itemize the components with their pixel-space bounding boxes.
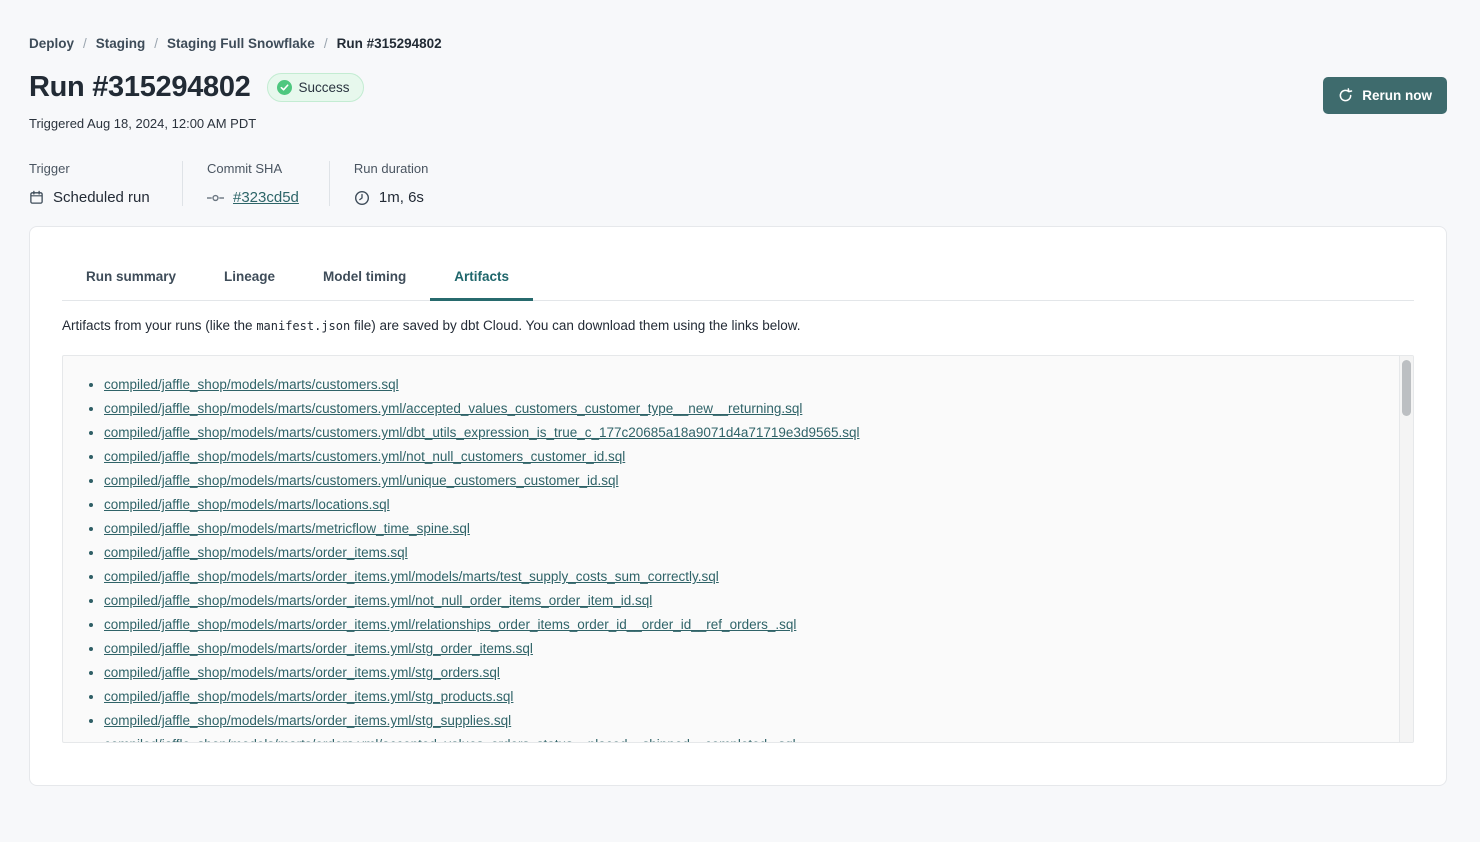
commit-sha-label: Commit SHA <box>207 161 299 176</box>
artifact-list-item: compiled/jaffle_shop/models/marts/order_… <box>104 541 1383 565</box>
calendar-icon <box>29 190 44 205</box>
meta-commit: Commit SHA #323cd5d <box>182 161 329 206</box>
artifacts-description: Artifacts from your runs (like the manif… <box>62 318 1414 333</box>
trigger-label: Trigger <box>29 161 152 176</box>
run-duration-value: 1m, 6s <box>379 189 424 206</box>
artifact-list-item: compiled/jaffle_shop/models/marts/order_… <box>104 685 1383 709</box>
artifact-link[interactable]: compiled/jaffle_shop/models/marts/custom… <box>104 425 860 440</box>
artifact-list-container: compiled/jaffle_shop/models/marts/custom… <box>62 355 1414 743</box>
artifact-list-item: compiled/jaffle_shop/models/marts/order_… <box>104 637 1383 661</box>
artifact-link[interactable]: compiled/jaffle_shop/models/marts/order_… <box>104 713 511 728</box>
artifact-link[interactable]: compiled/jaffle_shop/models/marts/custom… <box>104 473 618 488</box>
breadcrumb: Deploy / Staging / Staging Full Snowflak… <box>29 36 1447 51</box>
clock-icon <box>354 190 370 206</box>
meta-duration: Run duration 1m, 6s <box>329 161 458 206</box>
artifact-list-item: compiled/jaffle_shop/models/marts/custom… <box>104 445 1383 469</box>
artifact-list-item: compiled/jaffle_shop/models/marts/metric… <box>104 517 1383 541</box>
artifact-list-scrollbar[interactable] <box>1399 356 1413 742</box>
artifact-list-item: compiled/jaffle_shop/models/marts/custom… <box>104 421 1383 445</box>
artifact-link[interactable]: compiled/jaffle_shop/models/marts/orders… <box>104 737 796 743</box>
success-check-icon <box>277 80 292 95</box>
rerun-now-button[interactable]: Rerun now <box>1323 77 1447 114</box>
tab-model-timing[interactable]: Model timing <box>299 269 430 301</box>
scrollbar-thumb[interactable] <box>1402 360 1411 416</box>
artifact-link[interactable]: compiled/jaffle_shop/models/marts/order_… <box>104 689 513 704</box>
status-badge: Success <box>267 73 364 102</box>
artifact-link[interactable]: compiled/jaffle_shop/models/marts/custom… <box>104 401 802 416</box>
commit-icon <box>207 193 224 203</box>
tab-artifacts[interactable]: Artifacts <box>430 269 533 301</box>
trigger-value: Scheduled run <box>53 189 150 206</box>
artifact-link[interactable]: compiled/jaffle_shop/models/marts/order_… <box>104 665 500 680</box>
tab-lineage[interactable]: Lineage <box>200 269 299 301</box>
artifact-link[interactable]: compiled/jaffle_shop/models/marts/locati… <box>104 497 390 512</box>
run-detail-page: Deploy / Staging / Staging Full Snowflak… <box>0 0 1480 786</box>
page-header: Run #315294802 Success Triggered Aug 18,… <box>29 71 1447 131</box>
artifact-list-item: compiled/jaffle_shop/models/marts/order_… <box>104 589 1383 613</box>
tab-bar: Run summary Lineage Model timing Artifac… <box>62 269 1414 301</box>
artifact-link[interactable]: compiled/jaffle_shop/models/marts/order_… <box>104 593 652 608</box>
artifact-link[interactable]: compiled/jaffle_shop/models/marts/custom… <box>104 377 399 392</box>
breadcrumb-separator: / <box>83 36 87 51</box>
artifact-link[interactable]: compiled/jaffle_shop/models/marts/custom… <box>104 449 625 464</box>
artifact-link[interactable]: compiled/jaffle_shop/models/marts/order_… <box>104 641 533 656</box>
artifact-list-item: compiled/jaffle_shop/models/marts/custom… <box>104 469 1383 493</box>
run-meta: Trigger Scheduled run Commit SHA #323cd5… <box>29 161 1447 206</box>
artifact-list-item: compiled/jaffle_shop/models/marts/order_… <box>104 565 1383 589</box>
artifact-list-item: compiled/jaffle_shop/models/marts/locati… <box>104 493 1383 517</box>
breadcrumb-separator: / <box>324 36 328 51</box>
meta-trigger: Trigger Scheduled run <box>29 161 182 206</box>
page-title: Run #315294802 <box>29 71 251 104</box>
artifact-list: compiled/jaffle_shop/models/marts/custom… <box>63 356 1413 743</box>
artifact-list-item: compiled/jaffle_shop/models/marts/order_… <box>104 709 1383 733</box>
artifact-link[interactable]: compiled/jaffle_shop/models/marts/order_… <box>104 569 719 584</box>
artifact-list-item: compiled/jaffle_shop/models/marts/custom… <box>104 397 1383 421</box>
artifact-list-item: compiled/jaffle_shop/models/marts/orders… <box>104 733 1383 743</box>
artifact-list-item: compiled/jaffle_shop/models/marts/order_… <box>104 613 1383 637</box>
run-duration-label: Run duration <box>354 161 428 176</box>
artifact-link[interactable]: compiled/jaffle_shop/models/marts/metric… <box>104 521 470 536</box>
artifact-link[interactable]: compiled/jaffle_shop/models/marts/order_… <box>104 545 408 560</box>
manifest-json-code: manifest.json <box>256 319 350 333</box>
status-badge-label: Success <box>299 80 350 95</box>
run-detail-card: Run summary Lineage Model timing Artifac… <box>29 226 1447 786</box>
artifact-list-item: compiled/jaffle_shop/models/marts/custom… <box>104 373 1383 397</box>
triggered-timestamp: Triggered Aug 18, 2024, 12:00 AM PDT <box>29 116 364 131</box>
breadcrumb-separator: / <box>154 36 158 51</box>
breadcrumb-item-environment[interactable]: Staging Full Snowflake <box>167 36 315 51</box>
breadcrumb-item-staging[interactable]: Staging <box>96 36 146 51</box>
artifact-list-item: compiled/jaffle_shop/models/marts/order_… <box>104 661 1383 685</box>
breadcrumb-item-deploy[interactable]: Deploy <box>29 36 74 51</box>
breadcrumb-item-current-run: Run #315294802 <box>337 36 442 51</box>
tab-run-summary[interactable]: Run summary <box>62 269 200 301</box>
artifact-link[interactable]: compiled/jaffle_shop/models/marts/order_… <box>104 617 796 632</box>
refresh-icon <box>1338 88 1353 103</box>
rerun-now-label: Rerun now <box>1362 88 1432 103</box>
commit-sha-link[interactable]: #323cd5d <box>233 189 299 206</box>
